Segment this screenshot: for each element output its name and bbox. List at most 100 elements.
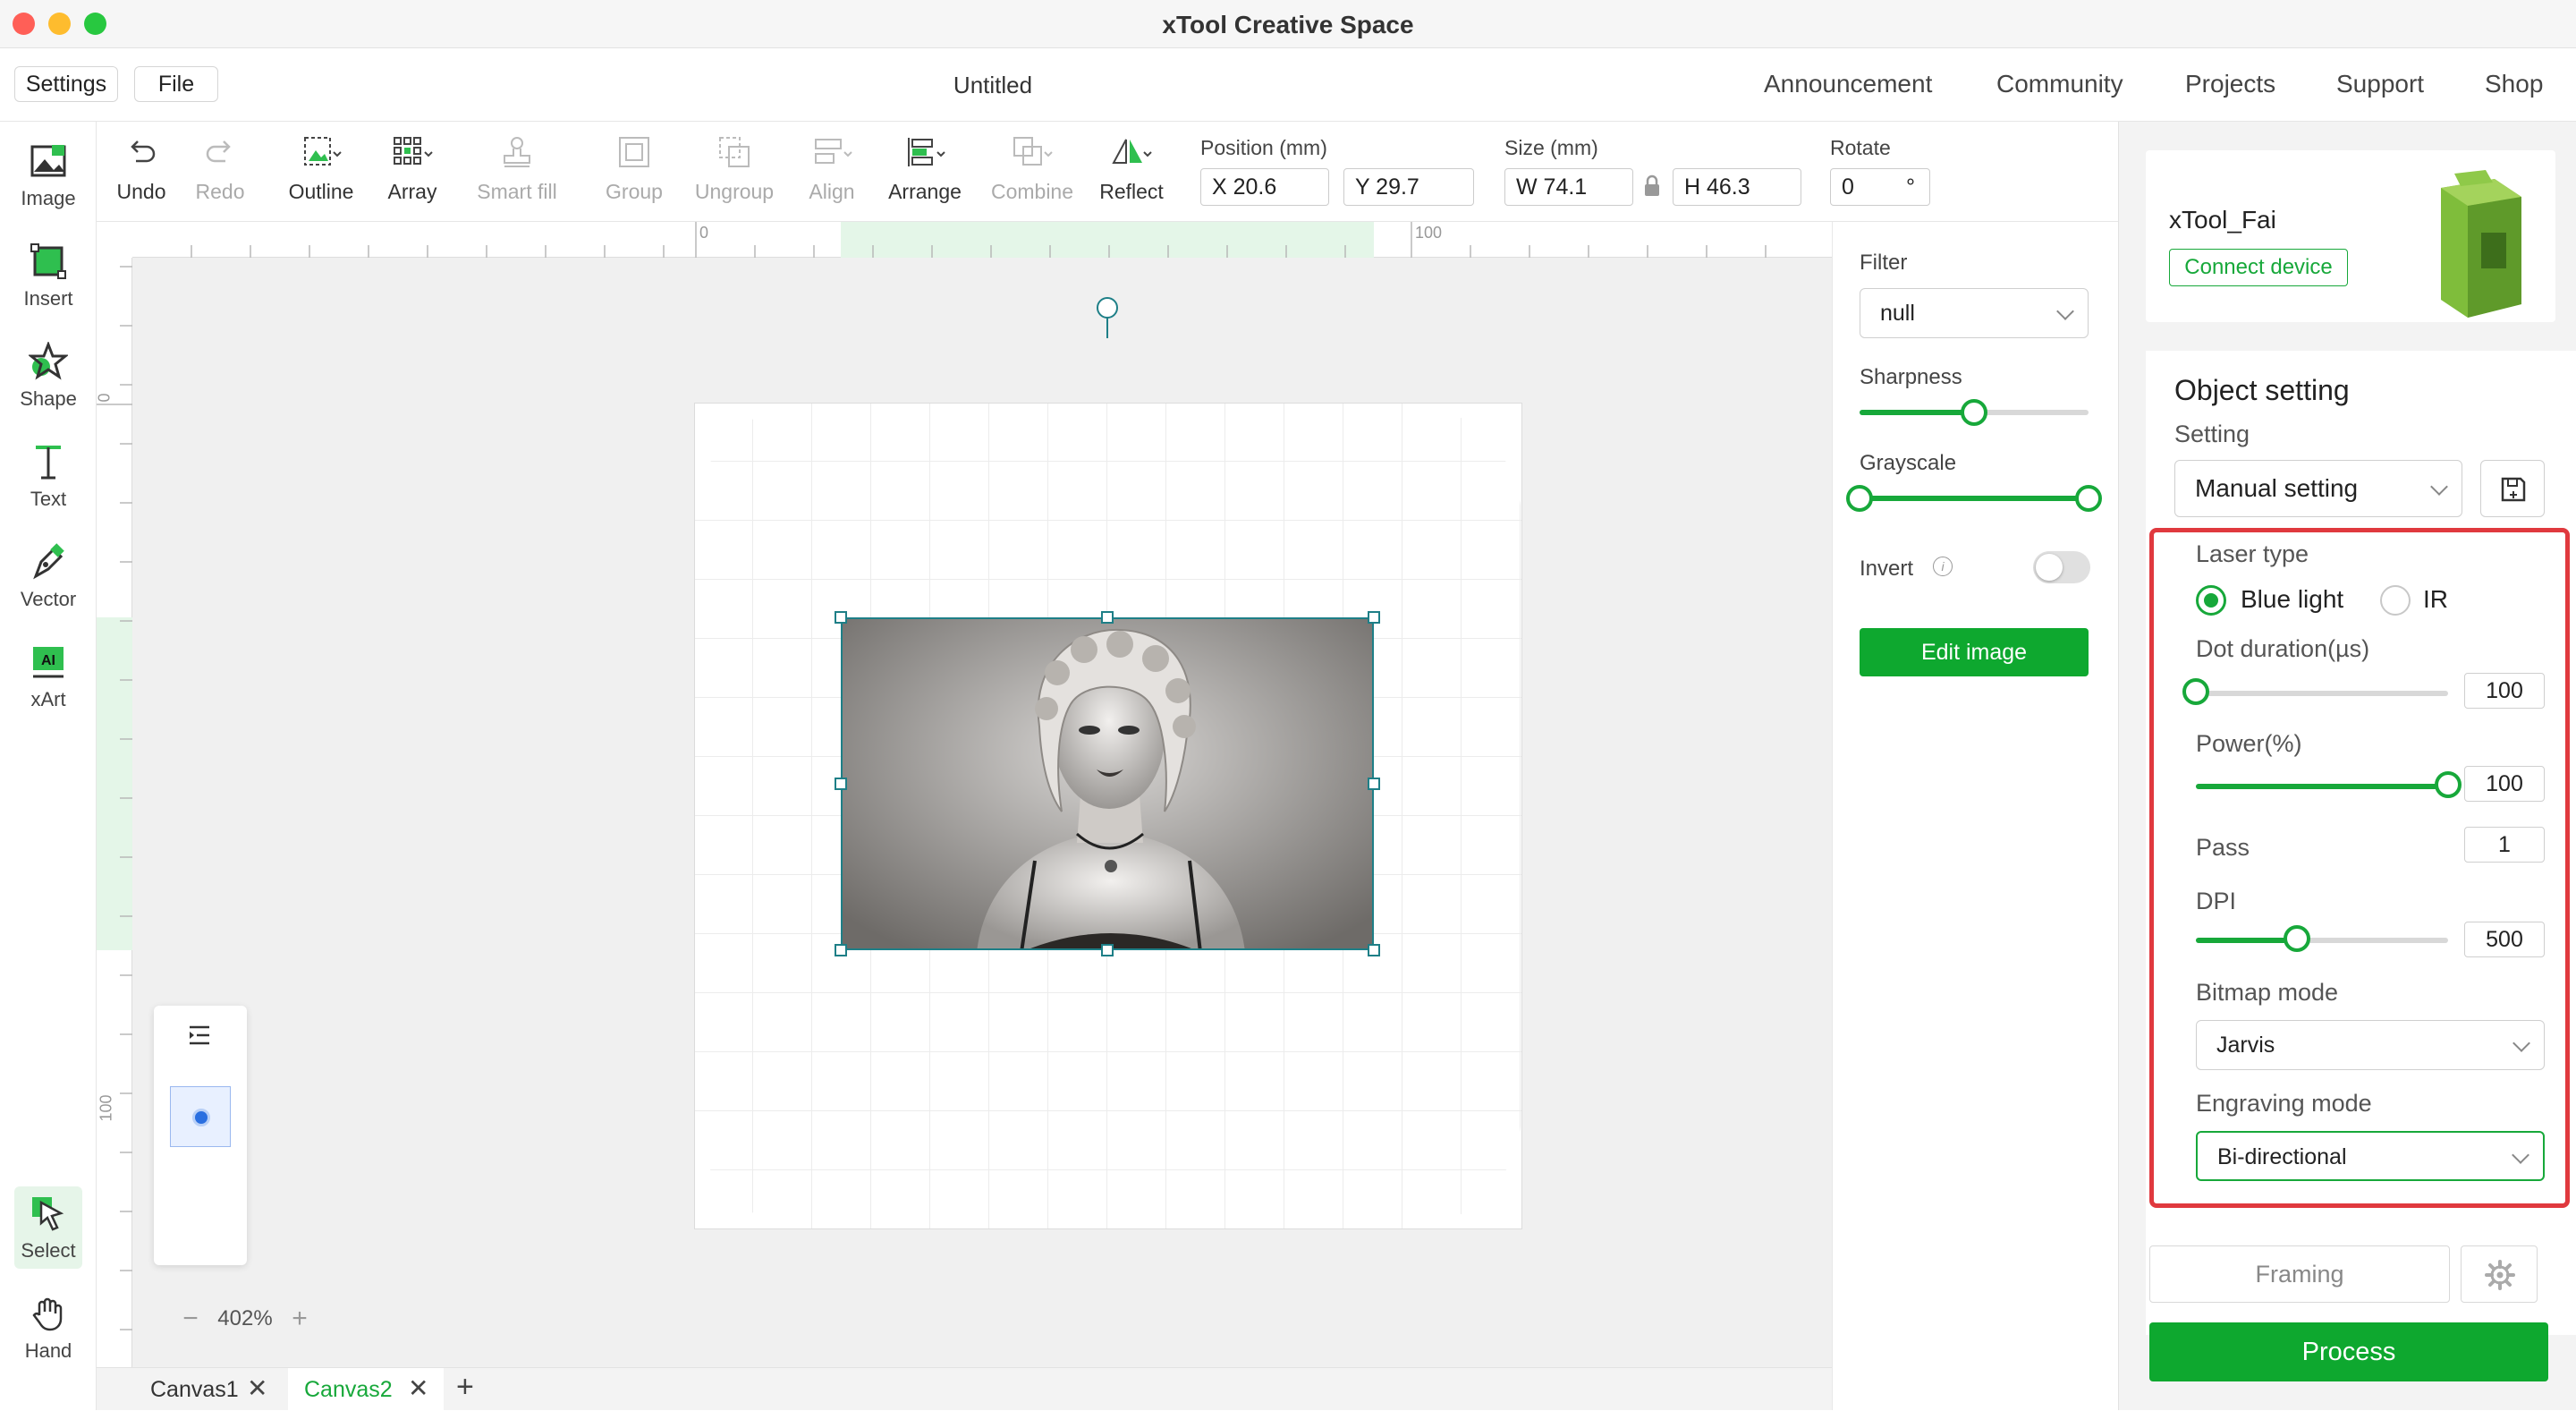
power-knob[interactable] (2435, 771, 2462, 798)
array-button[interactable]: Array (381, 134, 444, 204)
dot-duration-knob[interactable] (2182, 678, 2209, 705)
tab-canvas1[interactable]: Canvas1 ✕ (97, 1368, 284, 1411)
layer-dot (192, 1109, 210, 1126)
engraving-mode-select[interactable]: Bi-directional (2196, 1131, 2545, 1181)
framing-settings-button[interactable] (2461, 1245, 2538, 1303)
object-setting-panel: Object setting Setting Manual setting La… (2146, 351, 2576, 1335)
dpi-input[interactable]: 500 (2464, 922, 2545, 957)
canvas-area[interactable]: − 402% + (132, 258, 1832, 1367)
ir-label[interactable]: IR (2423, 585, 2448, 614)
close-icon[interactable]: ✕ (408, 1373, 428, 1403)
nav-support[interactable]: Support (2336, 70, 2424, 98)
grayscale-knob-min[interactable] (1846, 485, 1873, 512)
size-w-input[interactable]: W 74.1 (1504, 168, 1633, 206)
sharpness-label: Sharpness (1860, 365, 1962, 389)
rotate-input[interactable]: 0 ° (1830, 168, 1930, 206)
layers-list-button[interactable] (186, 1022, 213, 1053)
position-x-input[interactable]: X 20.6 (1200, 168, 1329, 206)
save-setting-button[interactable] (2480, 460, 2545, 517)
tool-insert[interactable]: Insert (0, 234, 97, 324)
position-y-input[interactable]: Y 29.7 (1343, 168, 1474, 206)
grayscale-slider[interactable] (1860, 496, 2089, 501)
sharpness-knob[interactable] (1961, 399, 1987, 426)
blue-light-label[interactable]: Blue light (2241, 585, 2343, 614)
grayscale-knob-max[interactable] (2075, 485, 2102, 512)
nav-community[interactable]: Community (1996, 70, 2123, 98)
lock-icon (1645, 174, 1659, 196)
tool-shape[interactable]: Shape (0, 335, 97, 424)
smart-fill-button[interactable]: Smart fill (469, 134, 565, 204)
tool-shape-label: Shape (20, 387, 77, 410)
size-h-input[interactable]: H 46.3 (1673, 168, 1801, 206)
power-slider[interactable] (2196, 784, 2448, 789)
framing-button[interactable]: Framing (2149, 1245, 2450, 1303)
outline-button[interactable]: Outline (283, 134, 360, 204)
tab-canvas2[interactable]: Canvas2 ✕ (288, 1368, 444, 1411)
outline-label: Outline (288, 180, 354, 203)
tool-text[interactable]: Text (0, 435, 97, 524)
ruler-top-label-100: 100 (1415, 224, 1443, 242)
reflect-button[interactable]: Reflect (1091, 134, 1172, 204)
undo-button[interactable]: Undo (114, 134, 168, 204)
ruler-top: 0 100 (132, 222, 1832, 258)
arrange-button[interactable]: Arrange (880, 134, 970, 204)
arrange-label: Arrange (888, 180, 962, 203)
tool-hand[interactable]: Hand (0, 1287, 97, 1376)
left-toolbar: Image Insert Shape Text Vector AI xArt S… (0, 122, 97, 1410)
resize-handle-n[interactable] (1101, 611, 1114, 624)
tool-vector[interactable]: Vector (0, 535, 97, 625)
ungroup-button[interactable]: Ungroup (685, 134, 784, 204)
redo-label: Redo (195, 180, 245, 203)
file-button[interactable]: File (134, 66, 218, 102)
group-button[interactable]: Group (596, 134, 673, 204)
combine-button[interactable]: Combine (982, 134, 1082, 204)
smart-fill-label: Smart fill (477, 180, 557, 203)
tool-select[interactable]: Select (14, 1186, 82, 1269)
pass-input[interactable]: 1 (2464, 827, 2545, 863)
filter-select[interactable]: null (1860, 288, 2089, 338)
power-input[interactable]: 100 (2464, 766, 2545, 802)
edit-image-button[interactable]: Edit image (1860, 628, 2089, 676)
rotate-handle[interactable] (1097, 297, 1118, 319)
filter-value: null (1880, 301, 1915, 326)
list-icon (190, 1025, 209, 1045)
radio-blue-light[interactable] (2196, 585, 2226, 616)
resize-handle-e[interactable] (1368, 778, 1380, 790)
dot-duration-input[interactable]: 100 (2464, 673, 2545, 709)
zoom-in-button[interactable]: + (279, 1301, 320, 1337)
close-icon[interactable]: ✕ (247, 1373, 267, 1403)
dpi-knob[interactable] (2283, 925, 2310, 952)
dpi-slider[interactable] (2196, 938, 2448, 943)
resize-handle-ne[interactable] (1368, 611, 1380, 624)
tool-vector-label: Vector (20, 588, 77, 610)
nav-shop[interactable]: Shop (2485, 70, 2543, 98)
align-button[interactable]: Align (794, 134, 869, 204)
nav-projects[interactable]: Projects (2185, 70, 2275, 98)
radio-ir[interactable] (2380, 585, 2411, 616)
setting-select[interactable]: Manual setting (2174, 460, 2462, 517)
redo-button[interactable]: Redo (193, 134, 247, 204)
resize-handle-s[interactable] (1101, 944, 1114, 956)
lock-ratio-button[interactable] (1642, 174, 1662, 203)
tool-image[interactable]: Image (0, 134, 97, 224)
resize-handle-se[interactable] (1368, 944, 1380, 956)
invert-toggle[interactable] (2033, 551, 2090, 583)
connect-device-button[interactable]: Connect device (2169, 249, 2348, 286)
reflect-label: Reflect (1099, 180, 1164, 203)
tool-insert-label: Insert (23, 287, 73, 310)
process-button[interactable]: Process (2149, 1322, 2548, 1381)
add-canvas-button[interactable]: + (456, 1370, 474, 1405)
bitmap-mode-select[interactable]: Jarvis (2196, 1020, 2545, 1070)
resize-handle-sw[interactable] (835, 944, 847, 956)
nav-announcement[interactable]: Announcement (1764, 70, 1932, 98)
cursor-icon (32, 1197, 64, 1231)
tool-xart[interactable]: AI xArt (0, 635, 97, 725)
zoom-out-button[interactable]: − (170, 1301, 211, 1337)
resize-handle-w[interactable] (835, 778, 847, 790)
resize-handle-nw[interactable] (835, 611, 847, 624)
layer-thumbnail[interactable] (170, 1086, 231, 1147)
info-icon[interactable]: i (1933, 557, 1953, 576)
settings-button[interactable]: Settings (14, 66, 118, 102)
selected-image[interactable] (841, 617, 1374, 950)
dot-duration-slider[interactable] (2196, 691, 2448, 696)
